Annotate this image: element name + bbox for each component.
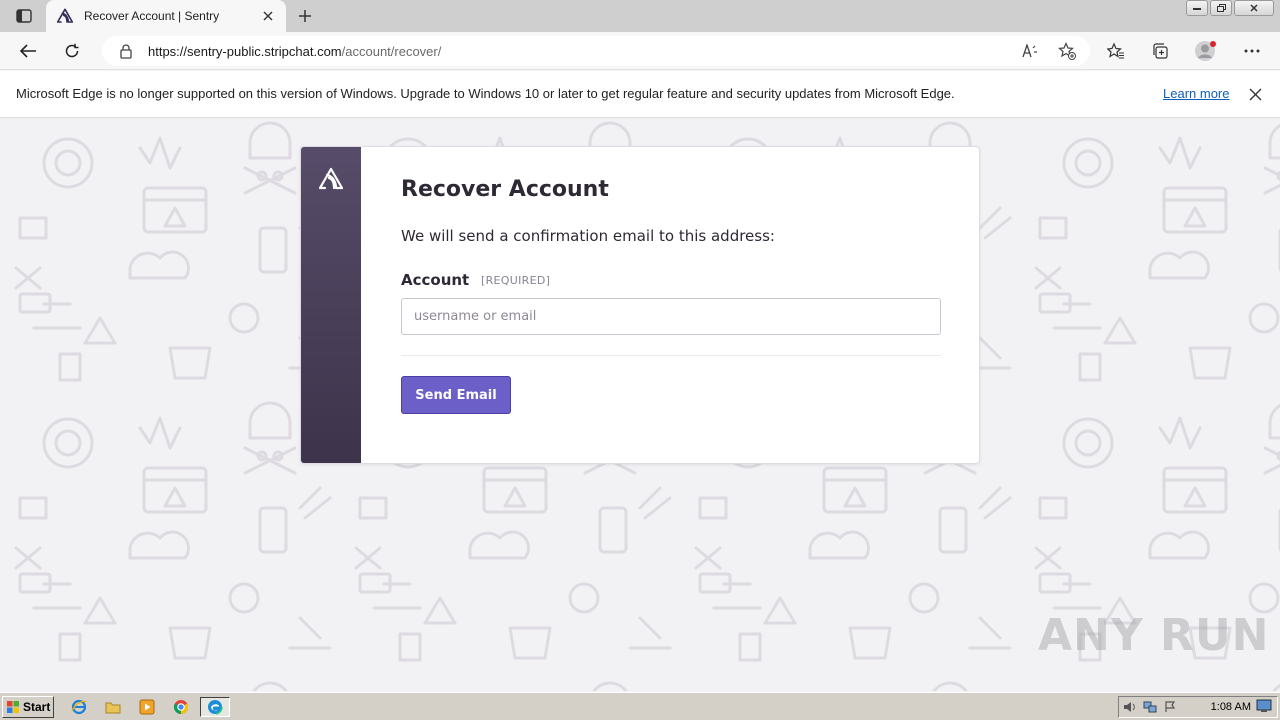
- url-host: https://sentry-public.stripchat.com: [148, 43, 342, 59]
- windows-taskbar: Start 1:08 AM: [0, 692, 1280, 720]
- taskbar-media-button[interactable]: [136, 697, 158, 717]
- action-center-flag-icon[interactable]: [1163, 700, 1177, 714]
- tab-title: Recover Account | Sentry: [84, 9, 220, 23]
- sentry-logo-icon: [318, 167, 344, 190]
- chrome-icon: [173, 700, 189, 715]
- star-plus-icon: [1058, 42, 1076, 60]
- plus-icon: [299, 10, 311, 22]
- url-path: /account/recover/: [341, 43, 442, 59]
- unsupported-os-infobar: Microsoft Edge is no longer supported on…: [0, 71, 1280, 118]
- internet-explorer-icon: [71, 699, 87, 715]
- close-icon: [1250, 4, 1258, 12]
- refresh-button[interactable]: [58, 37, 86, 65]
- minimize-button[interactable]: [1186, 0, 1208, 16]
- edge-icon: [208, 700, 223, 715]
- collections-button[interactable]: [1146, 37, 1174, 65]
- start-button[interactable]: Start: [2, 696, 54, 718]
- refresh-icon: [65, 43, 79, 58]
- read-aloud-icon: [1022, 44, 1037, 58]
- folder-icon: [105, 702, 121, 714]
- tab-actions-icon: [16, 9, 32, 23]
- required-tag: [REQUIRED]: [481, 274, 551, 287]
- minimize-icon: [1193, 7, 1201, 10]
- tab-actions-button[interactable]: [8, 4, 40, 28]
- card-sidebar: [301, 147, 361, 463]
- taskbar-chrome-button[interactable]: [170, 697, 192, 717]
- page-content: Recover Account We will send a confirmat…: [0, 118, 1280, 691]
- back-button[interactable]: [14, 37, 42, 65]
- volume-icon[interactable]: [1123, 700, 1137, 714]
- lock-icon[interactable]: [118, 43, 134, 59]
- tab-close-icon[interactable]: [260, 8, 276, 24]
- show-desktop-icon[interactable]: [1256, 699, 1272, 713]
- send-email-button[interactable]: Send Email: [401, 376, 511, 414]
- infobar-message: Microsoft Edge is no longer supported on…: [16, 86, 955, 101]
- recover-account-card: Recover Account We will send a confirmat…: [300, 146, 980, 464]
- favorites-button[interactable]: [1102, 37, 1130, 65]
- favorites-star-icon: [1107, 42, 1124, 59]
- browser-tab-strip: Recover Account | Sentry: [0, 0, 1280, 32]
- window-controls: [1186, 0, 1274, 18]
- form-divider: [401, 355, 941, 356]
- taskbar-edge-button[interactable]: [200, 697, 230, 717]
- back-arrow-icon: [19, 44, 36, 58]
- system-tray: 1:08 AM: [1118, 696, 1278, 718]
- taskbar-ie-button[interactable]: [68, 697, 90, 717]
- profile-button[interactable]: [1192, 37, 1220, 65]
- page-title: Recover Account: [401, 177, 609, 202]
- address-url: https://sentry-public.stripchat.com/acco…: [148, 44, 441, 59]
- network-icon[interactable]: [1143, 700, 1157, 714]
- settings-more-button[interactable]: [1238, 37, 1266, 65]
- tray-clock: 1:08 AM: [1210, 701, 1251, 713]
- window-close-button[interactable]: [1234, 0, 1274, 16]
- lead-text: We will send a confirmation email to thi…: [401, 227, 775, 245]
- anyrun-watermark: ANY RUN: [1038, 610, 1270, 661]
- infobar-close-icon[interactable]: [1246, 85, 1264, 103]
- more-dots-icon: [1244, 49, 1260, 53]
- windows-flag-icon: [7, 701, 19, 713]
- restore-button[interactable]: [1210, 0, 1232, 16]
- browser-toolbar: https://sentry-public.stripchat.com/acco…: [0, 32, 1280, 70]
- restore-icon: [1216, 4, 1226, 12]
- collections-icon: [1153, 43, 1168, 59]
- add-favorite-button[interactable]: [1054, 38, 1080, 64]
- learn-more-link[interactable]: Learn more: [1163, 86, 1229, 101]
- read-aloud-button[interactable]: [1018, 38, 1044, 64]
- new-tab-button[interactable]: [292, 4, 318, 28]
- account-input[interactable]: [401, 298, 941, 335]
- start-label: Start: [23, 700, 51, 714]
- browser-tab-active[interactable]: Recover Account | Sentry: [46, 0, 286, 32]
- taskbar-explorer-button[interactable]: [102, 697, 124, 717]
- avatar-icon: [1195, 41, 1216, 61]
- account-label: Account: [401, 271, 470, 289]
- media-player-icon: [139, 699, 155, 715]
- sentry-favicon-icon: [56, 7, 74, 25]
- address-bar[interactable]: https://sentry-public.stripchat.com/acco…: [102, 36, 1090, 66]
